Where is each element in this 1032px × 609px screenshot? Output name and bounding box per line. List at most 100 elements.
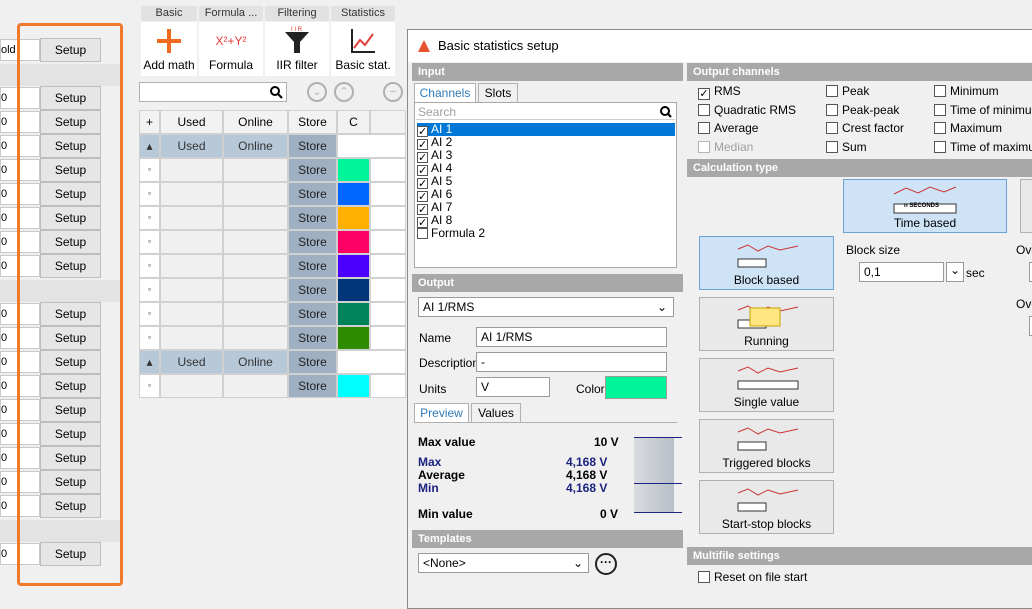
store-cell[interactable]: Store <box>288 278 337 302</box>
chevron-down-icon[interactable]: ⌄ <box>307 82 327 102</box>
calc-option-label: Running <box>744 334 789 348</box>
color-picker[interactable] <box>605 376 667 399</box>
store-cell[interactable]: Store <box>288 230 337 254</box>
output-option-quadratic-rms[interactable]: Quadratic RMS <box>698 103 796 117</box>
store-cell[interactable]: Store <box>288 182 337 206</box>
iir-filter-button[interactable]: I I R IIR filter <box>265 22 329 76</box>
filter-icon: I I R <box>285 27 309 53</box>
channel-item[interactable]: ✓ AI 1 <box>417 123 675 138</box>
extra-cell <box>370 206 406 230</box>
remove-icon[interactable]: − <box>383 82 403 102</box>
description-field[interactable]: - <box>476 352 667 372</box>
output-option-maximum[interactable]: Maximum <box>934 121 1002 135</box>
tab-values[interactable]: Values <box>471 403 521 423</box>
tab-preview[interactable]: Preview <box>414 403 469 423</box>
output-option-peak[interactable]: Peak <box>826 84 869 98</box>
color-cell[interactable] <box>337 158 370 182</box>
checkbox-box <box>698 103 710 116</box>
store-cell[interactable]: Store <box>288 302 337 326</box>
reset-on-file-start-checkbox[interactable]: Reset on file start <box>698 570 807 584</box>
used-cell[interactable] <box>160 254 223 278</box>
online-cell[interactable] <box>223 254 288 278</box>
store-cell[interactable]: Store <box>288 206 337 230</box>
more-calc-button[interactable] <box>1020 179 1032 233</box>
calc-option-single-value-button[interactable]: Single value <box>699 358 834 412</box>
channel-item[interactable]: Formula 2 <box>417 227 675 240</box>
more-options-icon[interactable]: ··· <box>595 553 617 575</box>
used-cell[interactable] <box>160 206 223 230</box>
calc-option-block-based-button[interactable]: Block based <box>699 236 834 290</box>
tab-channels[interactable]: Channels <box>414 83 476 103</box>
grid-header-1[interactable]: Used <box>160 110 223 134</box>
grid-header-0[interactable]: + <box>139 110 160 134</box>
online-cell[interactable] <box>223 374 288 398</box>
channel-item[interactable]: ✓ AI 3 <box>417 149 675 164</box>
channel-item[interactable]: ✓ AI 7 <box>417 201 675 216</box>
block-size-field[interactable]: 0,1 <box>859 262 944 282</box>
color-cell[interactable] <box>337 278 370 302</box>
used-cell[interactable] <box>160 158 223 182</box>
collapse-icon[interactable]: ▴ <box>139 350 160 374</box>
online-cell[interactable] <box>223 302 288 326</box>
store-cell[interactable]: Store <box>288 326 337 350</box>
output-option-sum[interactable]: Sum <box>826 140 867 154</box>
output-option-average[interactable]: Average <box>698 121 758 135</box>
basic-stat-button[interactable]: Basic stat. <box>331 22 395 76</box>
online-cell[interactable] <box>223 206 288 230</box>
color-cell[interactable] <box>337 326 370 350</box>
used-cell[interactable] <box>160 278 223 302</box>
calc-option-start-stop-button[interactable]: Start-stop blocks <box>699 480 834 534</box>
used-cell[interactable] <box>160 230 223 254</box>
store-cell[interactable]: Store <box>288 158 337 182</box>
tab-slots[interactable]: Slots <box>478 83 518 103</box>
store-cell[interactable]: Store <box>288 254 337 278</box>
color-cell[interactable] <box>337 254 370 278</box>
used-cell[interactable] <box>160 374 223 398</box>
channel-item[interactable]: ✓ AI 2 <box>417 136 675 151</box>
output-option-minimum[interactable]: Minimum <box>934 84 999 98</box>
search-placeholder: Search <box>418 105 457 119</box>
online-cell[interactable] <box>223 230 288 254</box>
chevron-down-icon[interactable]: ⌄ <box>946 262 964 282</box>
add-math-button[interactable]: Add math <box>141 22 197 76</box>
output-option-peak-peak[interactable]: Peak-peak <box>826 103 899 117</box>
grid-header-4[interactable]: C <box>337 110 370 134</box>
used-cell[interactable] <box>160 302 223 326</box>
store-cell[interactable]: Store <box>288 374 337 398</box>
formula-button[interactable]: X²+Y² Formula <box>199 22 263 76</box>
online-cell[interactable] <box>223 158 288 182</box>
color-cell[interactable] <box>337 302 370 326</box>
color-cell[interactable] <box>337 206 370 230</box>
time-based-button[interactable]: n SECONDS Time based <box>843 179 1007 233</box>
channel-item[interactable]: ✓ AI 6 <box>417 188 675 203</box>
output-option-time-of-minimum[interactable]: Time of minimum <box>934 103 1032 117</box>
option-label: Maximum <box>950 121 1003 135</box>
checkbox-box <box>934 122 946 134</box>
color-cell[interactable] <box>337 374 370 398</box>
output-option-time-of-maximum[interactable]: Time of maximum <box>934 140 1032 154</box>
output-option-crest-factor[interactable]: Crest factor <box>826 121 904 135</box>
calc-option-triggered-button[interactable]: Triggered blocks <box>699 419 834 473</box>
used-cell[interactable] <box>160 326 223 350</box>
name-field[interactable]: AI 1/RMS <box>476 327 667 347</box>
units-field[interactable]: V <box>476 377 550 397</box>
channel-search-input[interactable]: Search <box>416 104 675 120</box>
collapse-icon[interactable]: ▴ <box>139 134 160 158</box>
channel-item[interactable]: ✓ AI 5 <box>417 175 675 190</box>
templates-select[interactable]: <None> ⌄ <box>418 553 589 573</box>
color-cell[interactable] <box>337 230 370 254</box>
grid-search-input[interactable] <box>139 82 287 102</box>
grid-header-2[interactable]: Online <box>223 110 288 134</box>
chevron-up-icon[interactable]: ⌃ <box>334 82 354 102</box>
output-option-rms[interactable]: ✓ RMS <box>698 84 741 100</box>
channel-item[interactable]: ✓ AI 4 <box>417 162 675 177</box>
calc-option-running-button[interactable]: Running <box>699 297 834 351</box>
grid-header-3[interactable]: Store <box>288 110 337 134</box>
ribbon-group-filtering: Filtering I I R IIR filter <box>265 6 329 76</box>
used-cell[interactable] <box>160 182 223 206</box>
output-select[interactable]: AI 1/RMS ⌄ <box>418 297 674 317</box>
online-cell[interactable] <box>223 278 288 302</box>
color-cell[interactable] <box>337 182 370 206</box>
online-cell[interactable] <box>223 182 288 206</box>
online-cell[interactable] <box>223 326 288 350</box>
